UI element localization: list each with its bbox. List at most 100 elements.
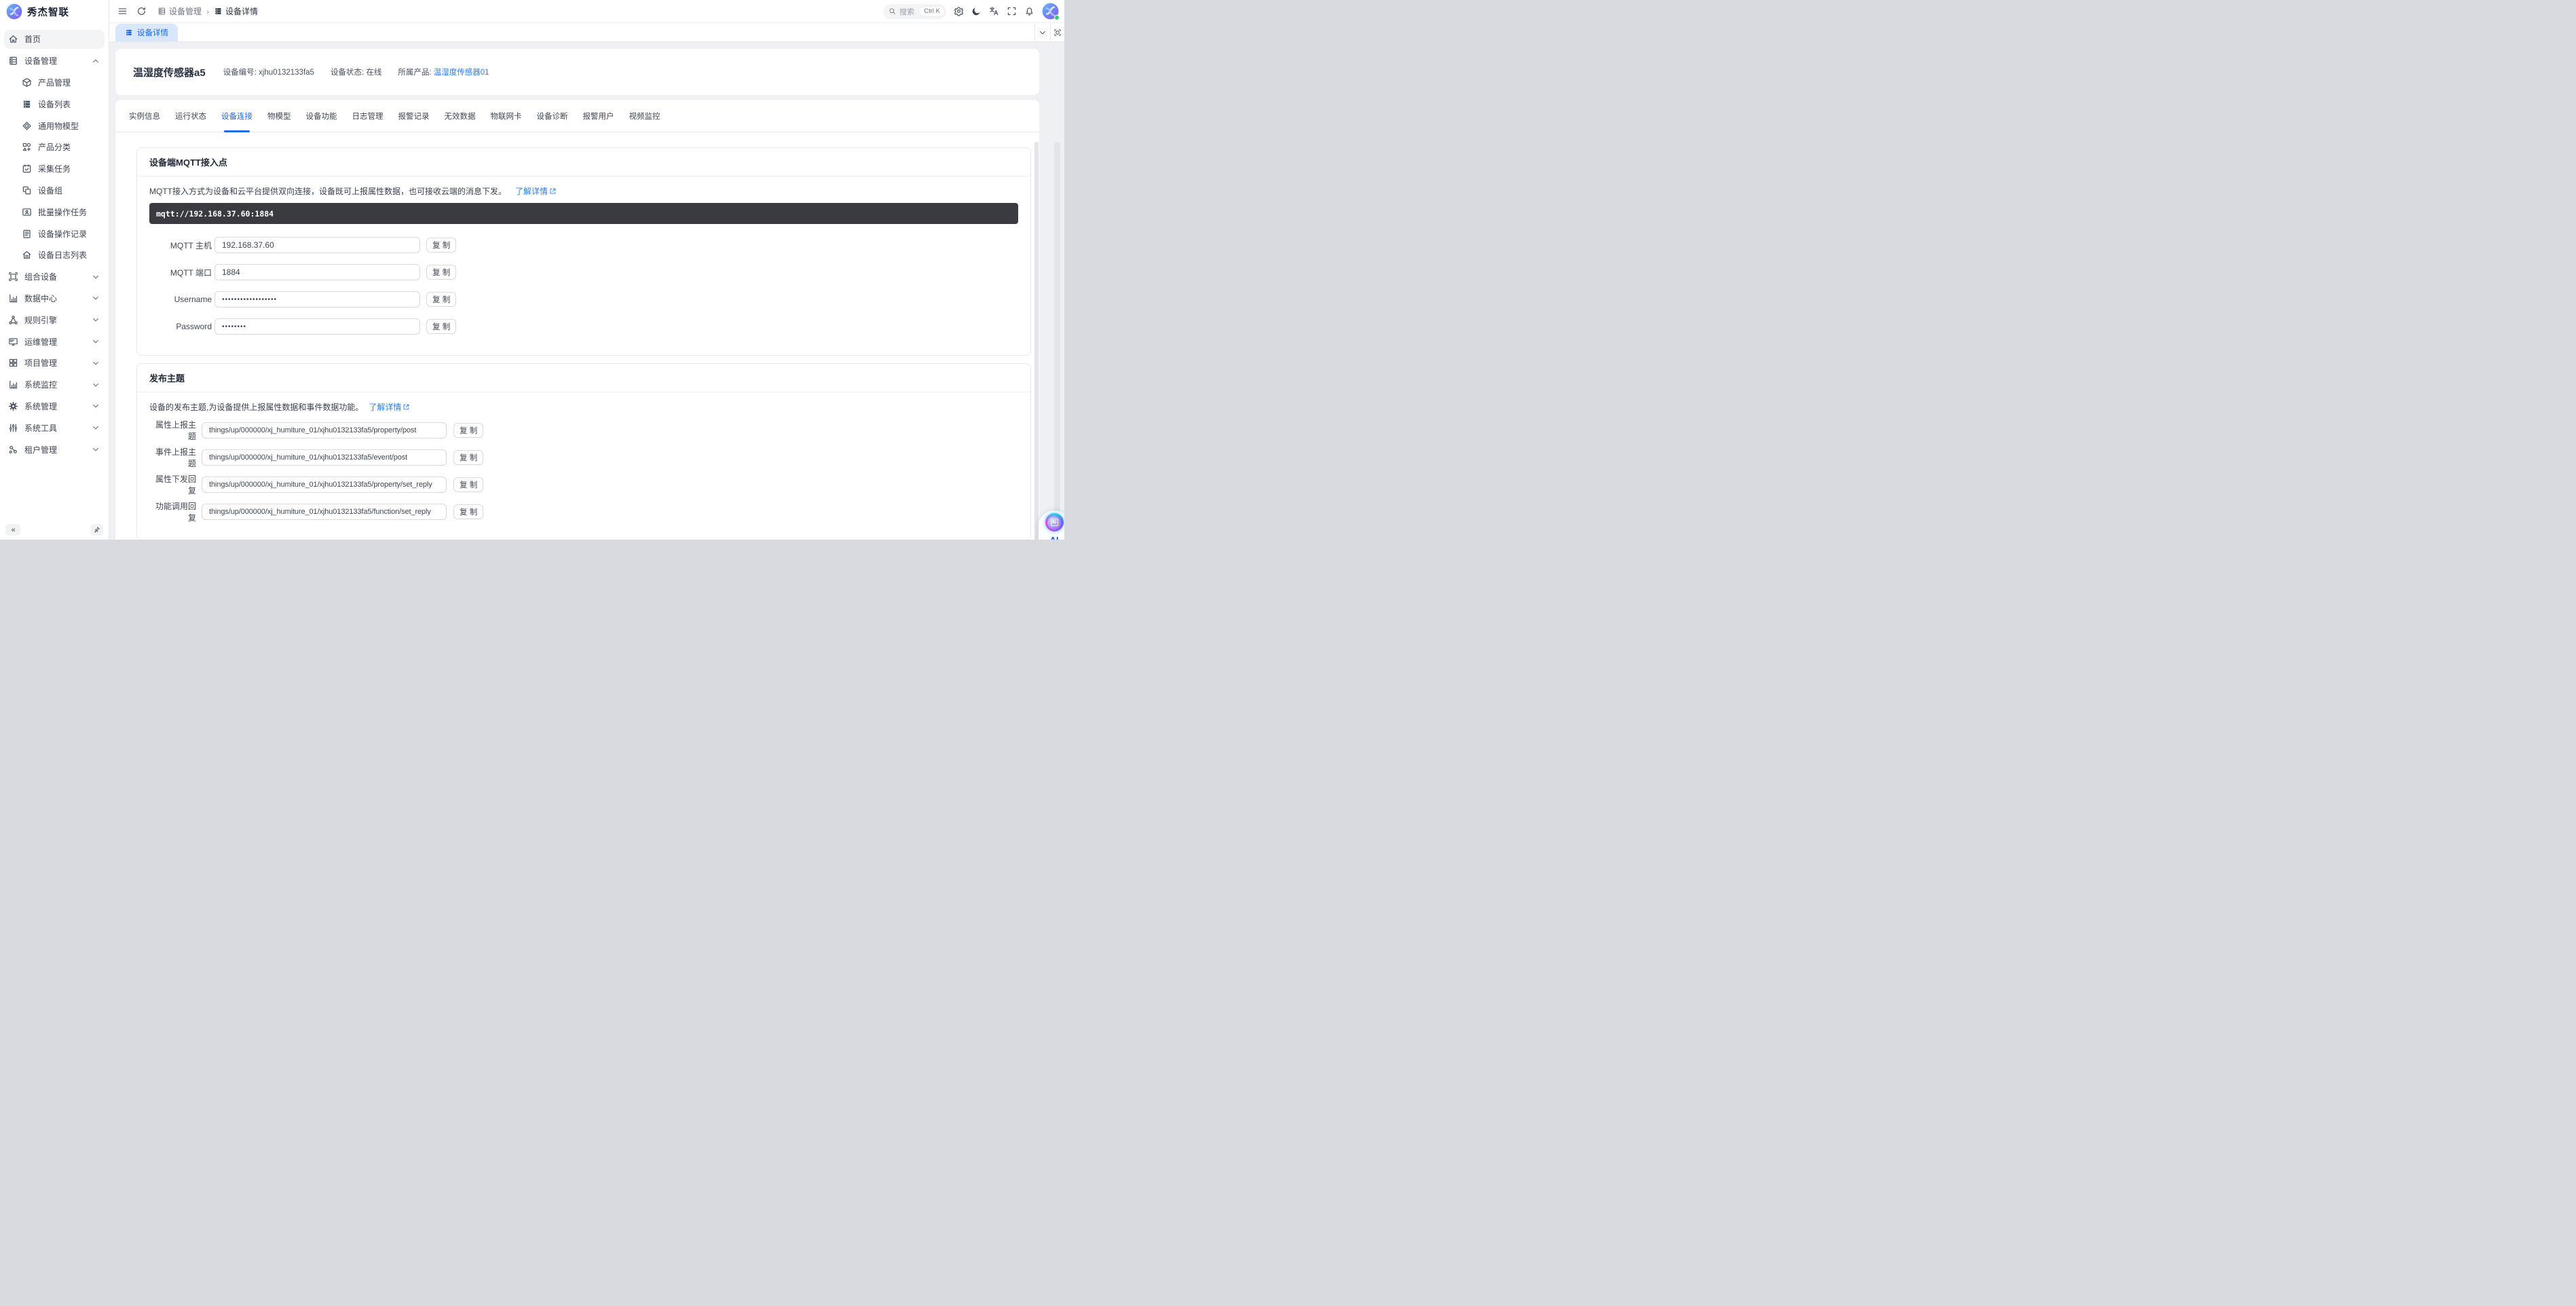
chevron-down-icon bbox=[92, 359, 100, 367]
settings-gear-icon[interactable] bbox=[954, 6, 964, 16]
home-icon bbox=[8, 34, 18, 44]
sidebar-item-6[interactable]: 项目管理 bbox=[0, 352, 109, 374]
publish-row-0: 属性上报主题things/up/000000/xj_humiture_01/xj… bbox=[149, 417, 1018, 444]
tenant-icon bbox=[8, 445, 18, 455]
publish-topics-section: 发布主题 设备的发布主题,为设备提供上报属性数据和事件数据功能。 了解详情 属性… bbox=[136, 363, 1031, 540]
publish-copy-button-0[interactable]: 复 制 bbox=[453, 423, 483, 438]
publish-label-1: 事件上报主题 bbox=[149, 446, 196, 469]
publish-label-2: 属性下发回复 bbox=[149, 473, 196, 496]
page-tab-device-detail[interactable]: 设备详情 bbox=[115, 24, 178, 41]
publish-copy-button-1[interactable]: 复 制 bbox=[453, 450, 483, 465]
breadcrumb: 设备管理›设备详情 bbox=[157, 5, 258, 17]
mqtt-copy-button-2[interactable]: 复 制 bbox=[426, 292, 456, 307]
publish-input-2[interactable]: things/up/000000/xj_humiture_01/xjhu0132… bbox=[202, 477, 447, 493]
detail-tab-1[interactable]: 运行状态 bbox=[175, 100, 206, 132]
detail-tab-0[interactable]: 实例信息 bbox=[129, 100, 160, 132]
active-tab-underline bbox=[224, 130, 250, 132]
publish-copy-button-3[interactable]: 复 制 bbox=[453, 504, 483, 519]
mqtt-input-2[interactable]: •••••••••••••••••• bbox=[214, 291, 420, 307]
detail-tab-5[interactable]: 日志管理 bbox=[352, 100, 384, 132]
publish-input-3[interactable]: things/up/000000/xj_humiture_01/xjhu0132… bbox=[202, 504, 447, 520]
tab-list-dropdown-button[interactable] bbox=[1034, 23, 1050, 41]
user-avatar[interactable] bbox=[1042, 3, 1059, 20]
publish-section-title: 发布主题 bbox=[149, 371, 185, 384]
sidebar-item-3[interactable]: 数据中心 bbox=[0, 288, 109, 310]
detail-tab-3[interactable]: 物模型 bbox=[267, 100, 291, 132]
mqtt-label-2: Username bbox=[149, 295, 212, 304]
sidebar-subitem-1-2[interactable]: 通用物模型 bbox=[0, 115, 109, 136]
publish-input-1[interactable]: things/up/000000/xj_humiture_01/xjhu0132… bbox=[202, 449, 447, 466]
breadcrumb-item-0[interactable]: 设备管理 bbox=[157, 5, 202, 17]
detail-tab-10[interactable]: 报警用户 bbox=[583, 100, 614, 132]
refresh-icon[interactable] bbox=[136, 6, 147, 16]
sidebar-subitem-1-4[interactable]: 采集任务 bbox=[0, 158, 109, 180]
category-icon bbox=[22, 142, 32, 152]
mqtt-row-1: MQTT 端口1884复 制 bbox=[149, 259, 1018, 286]
sidebar-item-10[interactable]: 租户管理 bbox=[0, 439, 109, 460]
publish-form: 属性上报主题things/up/000000/xj_humiture_01/xj… bbox=[149, 417, 1018, 525]
sidebar-subitem-1-3[interactable]: 产品分类 bbox=[0, 136, 109, 158]
sidebar-subitem-1-8[interactable]: 设备日志列表 bbox=[0, 244, 109, 266]
sidebar-item-9[interactable]: 系统工具 bbox=[0, 417, 109, 439]
chevron-up-icon bbox=[92, 57, 100, 65]
sidebar-item-4[interactable]: 规则引擎 bbox=[0, 309, 109, 331]
detail-tab-2[interactable]: 设备连接 bbox=[221, 100, 253, 132]
sidebar-collapse-button[interactable]: « bbox=[5, 524, 20, 536]
content-fullscreen-button[interactable] bbox=[1050, 23, 1064, 41]
device-meta: 设备编号: xjhu0132133fa5设备状态: 在线所属产品: 温湿度传感器… bbox=[223, 67, 489, 77]
sidebar-subitem-1-6[interactable]: 批量操作任务 bbox=[0, 201, 109, 223]
detail-tab-11[interactable]: 视频监控 bbox=[629, 100, 660, 132]
mqtt-copy-button-0[interactable]: 复 制 bbox=[426, 238, 456, 253]
mqtt-section-header: 设备端MQTT接入点 bbox=[137, 148, 1030, 176]
publish-row-3: 功能调用回复things/up/000000/xj_humiture_01/xj… bbox=[149, 498, 1018, 525]
composite-icon bbox=[8, 272, 18, 282]
sidebar-item-5[interactable]: 运维管理 bbox=[0, 331, 109, 352]
breadcrumb-item-1[interactable]: 设备详情 bbox=[214, 5, 258, 17]
detail-tab-4[interactable]: 设备功能 bbox=[306, 100, 337, 132]
sidebar-item-2[interactable]: 组合设备 bbox=[0, 266, 109, 288]
sidebar-subitem-1-7[interactable]: 设备操作记录 bbox=[0, 223, 109, 244]
detail-tab-9[interactable]: 设备诊断 bbox=[537, 100, 568, 132]
dark-mode-moon-icon[interactable] bbox=[971, 6, 982, 16]
mqtt-learn-more-link[interactable]: 了解详情 bbox=[515, 185, 557, 197]
device-product-link[interactable]: 温湿度传感器01 bbox=[434, 69, 489, 77]
language-translate-icon[interactable] bbox=[989, 6, 999, 16]
publish-section-header: 发布主题 bbox=[137, 364, 1030, 392]
card-scrollbar[interactable] bbox=[1034, 142, 1039, 540]
server-stack-icon bbox=[22, 99, 32, 109]
sidebar-subitem-1-0[interactable]: 产品管理 bbox=[0, 72, 109, 94]
sidebar-pin-button[interactable] bbox=[90, 524, 103, 536]
hamburger-menu-icon[interactable] bbox=[117, 6, 128, 16]
detail-tab-7[interactable]: 无效数据 bbox=[445, 100, 476, 132]
detail-tab-8[interactable]: 物联网卡 bbox=[491, 100, 522, 132]
page-tabbar: 设备详情 bbox=[109, 23, 1064, 42]
sidebar-subitem-1-5[interactable]: 设备组 bbox=[0, 180, 109, 202]
mqtt-input-0[interactable]: 192.168.37.60 bbox=[214, 237, 420, 253]
detail-tab-6[interactable]: 报警记录 bbox=[398, 100, 430, 132]
page-scrollbar[interactable] bbox=[1054, 142, 1060, 540]
ai-assistant-button[interactable]: AI AI助理 bbox=[1039, 510, 1064, 540]
mqtt-input-3[interactable]: •••••••• bbox=[214, 318, 420, 335]
publish-input-0[interactable]: things/up/000000/xj_humiture_01/xjhu0132… bbox=[202, 422, 447, 439]
detail-tabs: 实例信息运行状态设备连接物模型设备功能日志管理报警记录无效数据物联网卡设备诊断报… bbox=[115, 100, 1039, 132]
sidebar: 秀杰智联 首页设备管理产品管理设备列表通用物模型产品分类采集任务设备组批量操作任… bbox=[0, 0, 109, 540]
sidebar-item-1[interactable]: 设备管理 bbox=[0, 50, 109, 72]
notification-bell-icon[interactable] bbox=[1024, 6, 1034, 16]
fullscreen-icon[interactable] bbox=[1007, 6, 1017, 16]
sidebar-item-7[interactable]: 系统监控 bbox=[0, 374, 109, 396]
mqtt-row-3: Password••••••••复 制 bbox=[149, 313, 1018, 340]
chevron-down-icon bbox=[92, 337, 100, 346]
device-detail-card: 实例信息运行状态设备连接物模型设备功能日志管理报警记录无效数据物联网卡设备诊断报… bbox=[115, 100, 1039, 540]
sidebar-item-8[interactable]: 系统管理 bbox=[0, 396, 109, 417]
pin-icon bbox=[93, 526, 100, 534]
publish-copy-button-2[interactable]: 复 制 bbox=[453, 477, 483, 492]
sidebar-item-0[interactable]: 首页 bbox=[4, 30, 105, 49]
search-input[interactable]: 搜索 Ctrl K bbox=[883, 4, 946, 19]
mqtt-copy-button-1[interactable]: 复 制 bbox=[426, 265, 456, 280]
sidebar-subitem-1-1[interactable]: 设备列表 bbox=[0, 93, 109, 115]
chevron-down-icon bbox=[92, 445, 100, 453]
publish-row-1: 事件上报主题 things/up/000000/xj_humiture_01/xj… bbox=[149, 444, 1018, 471]
publish-learn-more-link[interactable]: 了解详情 bbox=[369, 401, 410, 413]
mqtt-copy-button-3[interactable]: 复 制 bbox=[426, 319, 456, 334]
mqtt-input-1[interactable]: 1884 bbox=[214, 264, 420, 280]
